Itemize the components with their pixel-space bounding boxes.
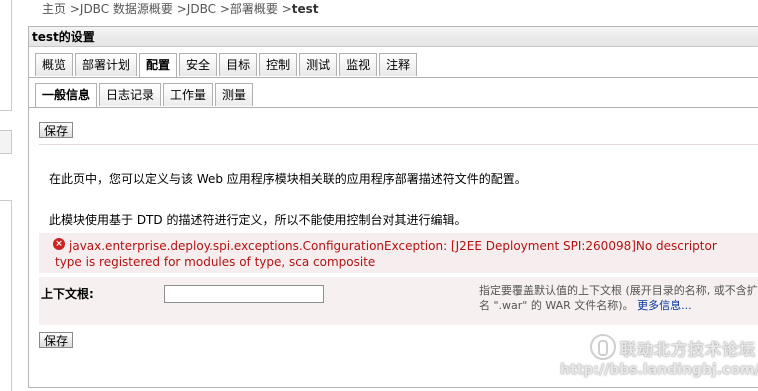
watermark-url: http://bbs.landingbj.com/ <box>560 362 758 378</box>
save-button-bottom[interactable]: 保存 <box>39 332 74 348</box>
save-button[interactable]: 保存 <box>39 122 74 138</box>
context-root-label: 上下文根: <box>41 287 94 301</box>
tab-overview[interactable]: 概览 <box>35 53 74 76</box>
watermark-title: 联动北方技术论坛 <box>620 340 757 359</box>
tab-targets[interactable]: 目标 <box>219 53 258 76</box>
context-root-help: 指定要覆盖默认值的上下文根 (展开目录的名称, 或不含扩展名 ".war" 的 … <box>479 283 758 313</box>
tab-notes[interactable]: 注释 <box>379 53 418 76</box>
context-root-help-text: 指定要覆盖默认值的上下文根 (展开目录的名称, 或不含扩展名 ".war" 的 … <box>479 284 758 312</box>
context-root-row: 上下文根: 指定要覆盖默认值的上下文根 (展开目录的名称, 或不含扩展名 ".w… <box>39 277 758 325</box>
sub-tab-bar: 一般信息 日志记录 工作量 测量 <box>35 83 255 108</box>
breadcrumb-separator: > <box>176 2 187 16</box>
main-tab-bar: 概览 部署计划 配置 安全 目标 控制 测试 监视 注释 <box>35 53 419 78</box>
breadcrumb-separator: > <box>69 2 80 16</box>
breadcrumb-separator: > <box>281 2 292 16</box>
page-description: 在此页中，您可以定义与该 Web 应用程序模块相关联的应用程序部署描述符文件的配… <box>49 172 527 186</box>
left-frame-box <box>0 0 12 111</box>
subtab-workload[interactable]: 工作量 <box>163 83 214 106</box>
error-message: javax.enterprise.deploy.spi.exceptions.C… <box>55 239 717 269</box>
left-frame-box <box>0 200 12 391</box>
breadcrumb: 主页 >JDBC 数据源概要 >JDBC >部署概要 >test <box>42 0 319 17</box>
tab-deployment-plan[interactable]: 部署计划 <box>75 53 138 76</box>
watermark: 联动北方技术论坛 http://bbs.landingbj.com/ <box>560 330 758 390</box>
subtab-general[interactable]: 一般信息 <box>35 83 98 108</box>
error-message-box: × javax.enterprise.deploy.spi.exceptions… <box>39 233 758 273</box>
subtab-instrumentation[interactable]: 测量 <box>215 83 254 106</box>
left-frame <box>0 0 12 391</box>
tab-security[interactable]: 安全 <box>179 53 218 76</box>
divider <box>39 144 758 145</box>
breadcrumb-separator: > <box>219 2 230 16</box>
breadcrumb-item-deploy-summary[interactable]: 部署概要 <box>230 2 278 16</box>
more-info-link[interactable]: 更多信息... <box>637 299 692 312</box>
panel-title: test的设置 <box>29 27 758 47</box>
context-root-input[interactable] <box>164 285 324 303</box>
tab-monitoring[interactable]: 监视 <box>339 53 378 76</box>
tab-divider <box>29 77 758 78</box>
breadcrumb-item-current: test <box>291 2 319 16</box>
dtd-note: 此模块使用基于 DTD 的描述符进行定义，所以不能使用控制台对其进行编辑。 <box>49 213 467 227</box>
tab-configuration[interactable]: 配置 <box>139 53 178 78</box>
watermark-logo-icon <box>590 334 616 360</box>
left-frame-box <box>0 130 12 154</box>
subtab-divider <box>29 107 758 108</box>
tab-testing[interactable]: 测试 <box>299 53 338 76</box>
breadcrumb-item-jdbc-summary[interactable]: JDBC 数据源概要 <box>80 2 173 16</box>
subtab-logging[interactable]: 日志记录 <box>99 83 162 106</box>
tab-control[interactable]: 控制 <box>259 53 298 76</box>
breadcrumb-item-jdbc[interactable]: JDBC <box>187 2 216 16</box>
breadcrumb-item-home[interactable]: 主页 <box>42 2 66 16</box>
